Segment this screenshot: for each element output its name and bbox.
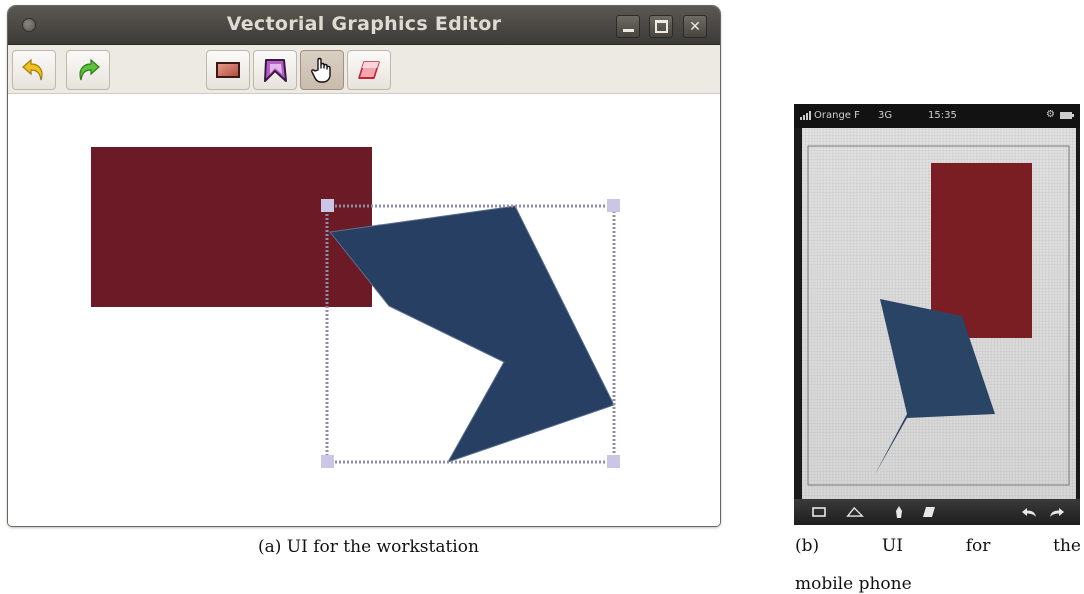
- rectangle-icon: [216, 62, 240, 78]
- minimize-button[interactable]: [616, 15, 640, 38]
- rectangle-shape[interactable]: [91, 147, 372, 307]
- status-bar: Orange F 3G 15:35 ⚙: [794, 104, 1080, 128]
- eraser-icon: [923, 507, 935, 517]
- polygon-icon: [846, 506, 864, 517]
- caption-word: mobile phone: [795, 574, 912, 594]
- hand-icon: [896, 506, 902, 518]
- mobile-canvas[interactable]: [802, 128, 1076, 499]
- mobile-redo-button[interactable]: [1048, 504, 1066, 520]
- minimize-icon: [622, 29, 634, 32]
- toolbar: [8, 45, 720, 94]
- battery-icon: [1060, 112, 1074, 119]
- redo-arrow-icon: [79, 58, 100, 81]
- undo-arrow-icon: [22, 58, 43, 81]
- polygon-icon: [264, 59, 287, 82]
- mobile-undo-button[interactable]: [1020, 504, 1038, 520]
- eraser-icon: [358, 61, 380, 79]
- rectangle-icon: [812, 507, 826, 517]
- caption-word: (b): [795, 536, 820, 556]
- mobile-rectangle-tool[interactable]: [810, 504, 828, 520]
- caption-mobile-line1: (b) UI for the: [795, 537, 1081, 556]
- selection-handle[interactable]: [607, 455, 620, 468]
- caption-word: the: [1053, 536, 1081, 556]
- window-title: Vectorial Graphics Editor: [226, 13, 502, 35]
- hand-cursor-icon: [311, 57, 331, 83]
- canvas-drawing: [91, 147, 620, 468]
- undo-icon: [1022, 508, 1036, 517]
- close-icon: ✕: [689, 18, 701, 35]
- caption-workstation: (a) UI for the workstation: [258, 537, 479, 557]
- selection-handle[interactable]: [607, 199, 620, 212]
- rectangle-tool-button[interactable]: [206, 50, 250, 90]
- clock: 15:35: [928, 110, 957, 121]
- drawing-canvas[interactable]: [8, 94, 720, 526]
- mobile-rectangle-shape[interactable]: [931, 163, 1032, 338]
- mobile-eraser-tool[interactable]: [920, 504, 938, 520]
- caption-word: for: [965, 536, 991, 556]
- eraser-tool-button[interactable]: [347, 50, 391, 90]
- caption-word: UI: [881, 536, 903, 556]
- selection-handle[interactable]: [321, 455, 334, 468]
- redo-button[interactable]: [66, 50, 110, 90]
- network-label: 3G: [878, 110, 893, 121]
- mobile-toolbar: [794, 499, 1080, 525]
- redo-icon: [1050, 508, 1064, 517]
- select-tool-button[interactable]: [300, 50, 344, 90]
- mobile-polygon-tool[interactable]: [846, 504, 864, 520]
- undo-button[interactable]: [12, 50, 56, 90]
- maximize-icon: [654, 20, 668, 33]
- mobile-hand-tool[interactable]: [890, 504, 908, 520]
- editor-window: Vectorial Graphics Editor ✕: [8, 6, 720, 526]
- mobile-phone: Orange F 3G 15:35 ⚙: [794, 104, 1080, 525]
- polygon-tool-button[interactable]: [253, 50, 297, 90]
- caption-mobile: (b) UI for the mobile phone: [795, 537, 1081, 594]
- gear-icon: ⚙: [1046, 109, 1055, 120]
- title-bar[interactable]: Vectorial Graphics Editor ✕: [8, 6, 720, 45]
- polygon-shape[interactable]: [329, 205, 615, 463]
- mobile-drawing: [807, 145, 1070, 486]
- maximize-button[interactable]: [649, 15, 673, 38]
- carrier-label: Orange F: [814, 110, 860, 121]
- selection-handle[interactable]: [321, 199, 334, 212]
- close-button[interactable]: ✕: [683, 15, 707, 38]
- signal-icon: [800, 111, 811, 120]
